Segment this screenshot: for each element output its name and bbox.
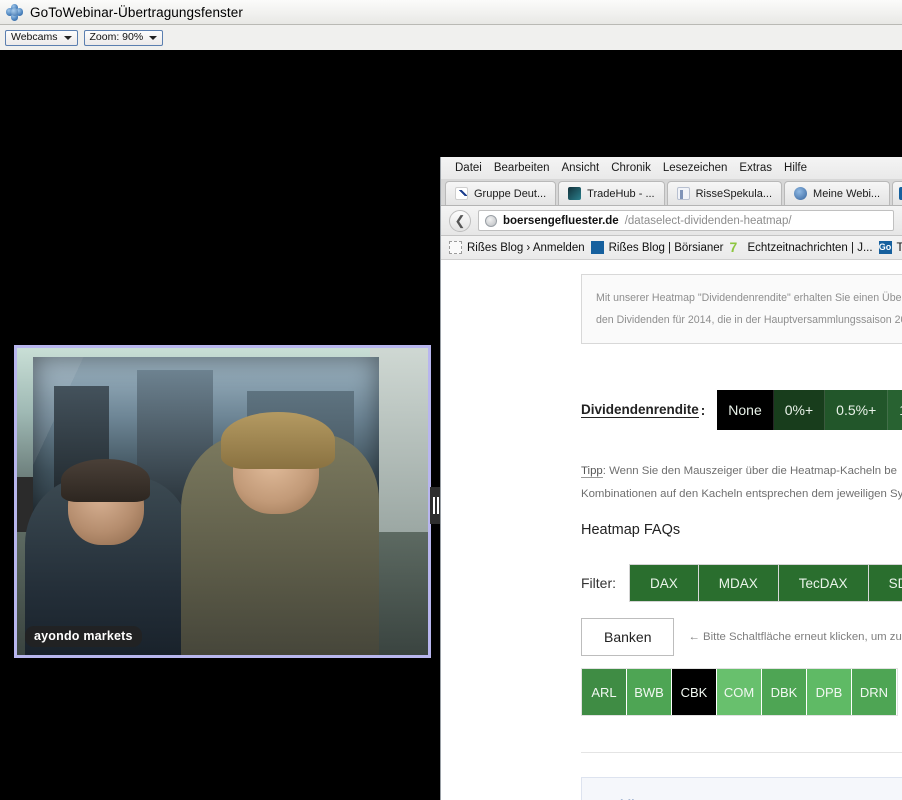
filter-button-mdax[interactable]: MDAX (699, 565, 779, 601)
filter-button-dax[interactable]: DAX (630, 565, 699, 601)
document-icon (677, 187, 690, 200)
filter-button-sdax[interactable]: SDAX (869, 565, 902, 601)
video-wall-right (370, 348, 428, 538)
browser-tabstrip: Gruppe Deut... TradeHub - ... RisseSpeku… (441, 179, 902, 206)
ticker-tile-bwb[interactable]: BWB (627, 669, 672, 715)
webcam-video-tile[interactable]: ayondo markets (14, 345, 431, 658)
chevron-down-icon (149, 36, 157, 40)
dividend-legend-tiles: None 0%+ 0.5%+ 1%+ 1.5 (717, 390, 902, 430)
bookmark-label: Terminül (897, 242, 902, 254)
menu-ansicht[interactable]: Ansicht (557, 161, 603, 175)
ticker-tile-drn[interactable]: DRN (852, 669, 897, 715)
content-divider (581, 752, 902, 753)
legend-tile-1[interactable]: 1%+ (888, 390, 902, 430)
browser-tab-label: Meine Webi... (813, 188, 880, 200)
webcam-video-frame (17, 348, 428, 655)
index-filter-row: Filter: DAX MDAX TecDAX SDAX (581, 564, 902, 602)
ticker-tile-cbk[interactable]: CBK (672, 669, 717, 715)
tipp-prefix: Tipp (581, 465, 603, 478)
bookmark-risses-blog-anmelden[interactable]: Rißes Blog › Anmelden (449, 241, 585, 254)
browser-tab-tradehub[interactable]: TradeHub - ... (558, 181, 664, 205)
menu-chronik[interactable]: Chronik (607, 161, 655, 175)
go-badge-icon: Go (879, 241, 892, 254)
webcam-caption: ayondo markets (25, 626, 142, 647)
filter-label: Filter: (581, 575, 616, 591)
tipp-line-2: Kombinationen auf den Kacheln entspreche… (581, 483, 902, 506)
web-page-content: Mit unserer Heatmap "Dividendenrendite" … (441, 260, 902, 800)
browser-navbar: ❮ boersengefluester.de/dataselect-divide… (441, 206, 902, 236)
browser-tab-gruppe-deutsche[interactable]: Gruppe Deut... (445, 181, 556, 205)
bookmark-risses-blog-boersianer[interactable]: Rißes Blog | Börsianer (591, 241, 724, 254)
intro-line-2: den Dividenden für 2014, die in der Haup… (596, 309, 902, 331)
browser-bookmarks-bar: Rißes Blog › Anmelden Rißes Blog | Börsi… (441, 236, 902, 260)
legend-tile-0[interactable]: 0%+ (774, 390, 825, 430)
chart-icon (455, 187, 468, 200)
bookmark-terminuebersicht[interactable]: Go Terminül (879, 241, 902, 254)
browser-menubar: Datei Bearbeiten Ansicht Chronik Lesezei… (441, 157, 902, 179)
heatmap-faq-heading: Heatmap FAQs (581, 522, 902, 538)
legend-tile-none[interactable]: None (717, 390, 773, 430)
teal-square-icon (568, 187, 581, 200)
firefox-browser-window: Datei Bearbeiten Ansicht Chronik Lesezei… (440, 157, 902, 800)
browser-tab-partial[interactable] (892, 181, 902, 205)
gotowebinar-toolbar: Webcams Zoom: 90% (0, 25, 902, 50)
banken-hint-text: ← Bitte Schaltfläche erneut klicken, um … (688, 631, 902, 643)
browser-tab-rissespekulation[interactable]: RisseSpekula... (667, 181, 782, 205)
bookmark-label: Rißes Blog | Börsianer (609, 242, 724, 254)
globe-icon (485, 215, 497, 227)
bookmark-echtzeitnachrichten[interactable]: 7 Echtzeitnachrichten | J... (729, 241, 872, 254)
dashed-square-icon (449, 241, 462, 254)
intro-line-1: Mit unserer Heatmap "Dividendenrendite" … (596, 287, 902, 309)
window-titlebar: GoToWebinar-Übertragungsfenster (0, 0, 902, 25)
url-path: /dataselect-dividenden-heatmap/ (625, 215, 792, 227)
heatmap-ticker-row: ARL BWB CBK COM DBK DPB DRN (581, 668, 898, 716)
menu-datei[interactable]: Datei (451, 161, 486, 175)
window-title: GoToWebinar-Übertragungsfenster (30, 5, 243, 20)
menu-bearbeiten[interactable]: Bearbeiten (490, 161, 554, 175)
menu-extras[interactable]: Extras (735, 161, 776, 175)
url-input[interactable]: boersengefluester.de/dataselect-dividend… (478, 210, 894, 231)
webcams-dropdown[interactable]: Webcams (5, 30, 78, 46)
heatmap-intro-box: Mit unserer Heatmap "Dividendenrendite" … (581, 274, 902, 344)
banken-button[interactable]: Banken (581, 618, 674, 656)
webcams-dropdown-label: Webcams (11, 32, 58, 43)
ticker-tile-dbk[interactable]: DBK (762, 669, 807, 715)
browser-tab-meine-webinare[interactable]: Meine Webi... (784, 181, 890, 205)
url-host: boersengefluester.de (503, 215, 619, 227)
lime-seven-icon: 7 (729, 241, 742, 254)
zoom-dropdown[interactable]: Zoom: 90% (84, 30, 164, 46)
ticker-tile-arl[interactable]: ARL (582, 669, 627, 715)
browser-tab-label: TradeHub - ... (587, 188, 654, 200)
legend-colon: : (701, 403, 706, 418)
back-arrow-icon[interactable]: ❮ (449, 210, 471, 232)
chevron-down-icon (64, 36, 72, 40)
public-beta-box: Public Beta: Während der Einführungsphas… (581, 777, 902, 800)
sector-selection-row: Banken ← Bitte Schaltfläche erneut klick… (581, 618, 902, 656)
legend-tile-05[interactable]: 0.5%+ (825, 390, 888, 430)
zoom-dropdown-label: Zoom: 90% (90, 32, 144, 43)
ticker-tile-dpb[interactable]: DPB (807, 669, 852, 715)
menu-lesezeichen[interactable]: Lesezeichen (659, 161, 732, 175)
bookmark-label: Echtzeitnachrichten | J... (747, 242, 872, 254)
filter-button-tecdax[interactable]: TecDAX (779, 565, 869, 601)
gotowebinar-logo-icon (6, 4, 23, 21)
menu-hilfe[interactable]: Hilfe (780, 161, 811, 175)
dividend-legend-row: Dividendenrendite : None 0%+ 0.5%+ 1%+ 1… (581, 390, 902, 430)
index-filter-buttons: DAX MDAX TecDAX SDAX (629, 564, 902, 602)
bookmark-label: Rißes Blog › Anmelden (467, 242, 585, 254)
video-person-right (181, 434, 378, 655)
clover-icon (794, 187, 807, 200)
browser-tab-label: Gruppe Deut... (474, 188, 546, 200)
ticker-tile-com[interactable]: COM (717, 669, 762, 715)
tipp-paragraph: Tipp: Wenn Sie den Mauszeiger über die H… (581, 460, 902, 506)
browser-tab-label: RisseSpekula... (696, 188, 772, 200)
dividend-legend-label: Dividendenrendite (581, 402, 699, 418)
blue-square-icon (591, 241, 604, 254)
tipp-line-1: : Wenn Sie den Mauszeiger über die Heatm… (603, 465, 897, 477)
